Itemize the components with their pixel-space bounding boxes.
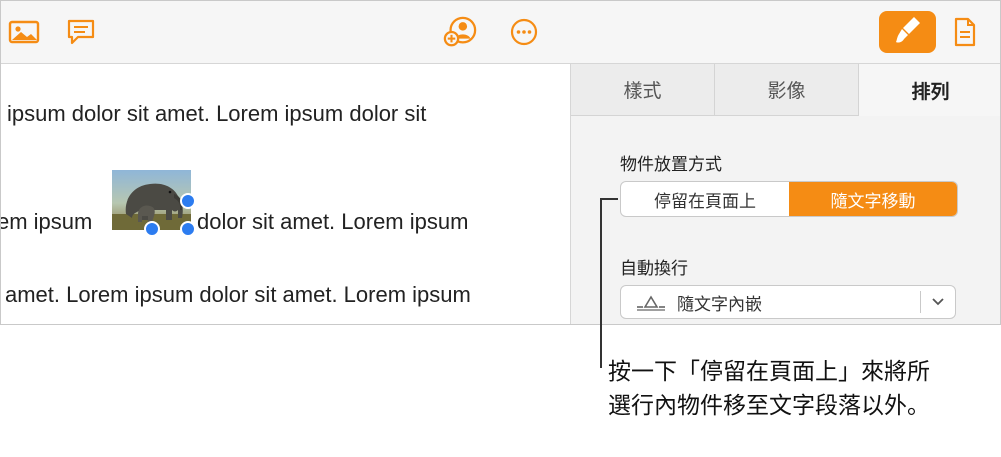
format-brush-icon — [894, 15, 922, 50]
pages-window: ipsum dolor sit amet. Lorem ipsum dolor … — [0, 0, 1001, 325]
text-wrap-label: 自動換行 — [620, 259, 688, 278]
stay-on-page-button[interactable]: 停留在頁面上 — [621, 182, 789, 216]
document-icon[interactable] — [948, 15, 982, 49]
inline-image[interactable] — [112, 170, 196, 237]
body-text-line: dolor sit amet. Lorem ipsum — [197, 209, 469, 234]
tab-image[interactable]: 影像 — [715, 64, 859, 116]
collaborate-icon[interactable] — [443, 15, 477, 49]
media-icon[interactable] — [7, 15, 41, 49]
chevron-down-icon — [921, 297, 955, 307]
resize-handle-bottom[interactable] — [144, 221, 160, 237]
tab-style[interactable]: 樣式 — [571, 64, 715, 116]
toolbar — [1, 1, 1000, 64]
object-placement-label: 物件放置方式 — [620, 155, 722, 174]
text-wrap-value: 隨文字內嵌 — [677, 294, 762, 314]
more-icon[interactable] — [507, 15, 541, 49]
format-button[interactable] — [879, 11, 936, 53]
body-text-line: em ipsum — [1, 209, 93, 234]
callout-text: 按一下「停留在頁面上」來將所選行內物件移至文字段落以外。 — [608, 358, 930, 418]
object-placement-control: 停留在頁面上 隨文字移動 — [620, 181, 958, 217]
comment-icon[interactable] — [64, 15, 98, 49]
tab-arrange[interactable]: 排列 — [859, 64, 1000, 116]
callout-line — [600, 198, 618, 200]
inline-wrap-icon — [635, 293, 671, 311]
format-sidebar: 樣式 影像 排列 物件放置方式 停留在頁面上 隨文字移動 自動換行 隨文字內嵌 — [570, 64, 1000, 324]
sidebar-tabs: 樣式 影像 排列 — [571, 64, 1000, 116]
document-canvas[interactable]: ipsum dolor sit amet. Lorem ipsum dolor … — [1, 64, 569, 324]
text-wrap-select[interactable]: 隨文字內嵌 — [620, 285, 956, 319]
move-with-text-button[interactable]: 隨文字移動 — [789, 182, 957, 216]
callout-line — [600, 198, 602, 368]
body-text-line: ipsum dolor sit amet. Lorem ipsum dolor … — [7, 101, 427, 126]
resize-handle-top-right[interactable] — [180, 193, 196, 209]
body-text-line: amet. Lorem ipsum dolor sit amet. Lorem … — [5, 282, 471, 307]
resize-handle-bottom-right[interactable] — [180, 221, 196, 237]
